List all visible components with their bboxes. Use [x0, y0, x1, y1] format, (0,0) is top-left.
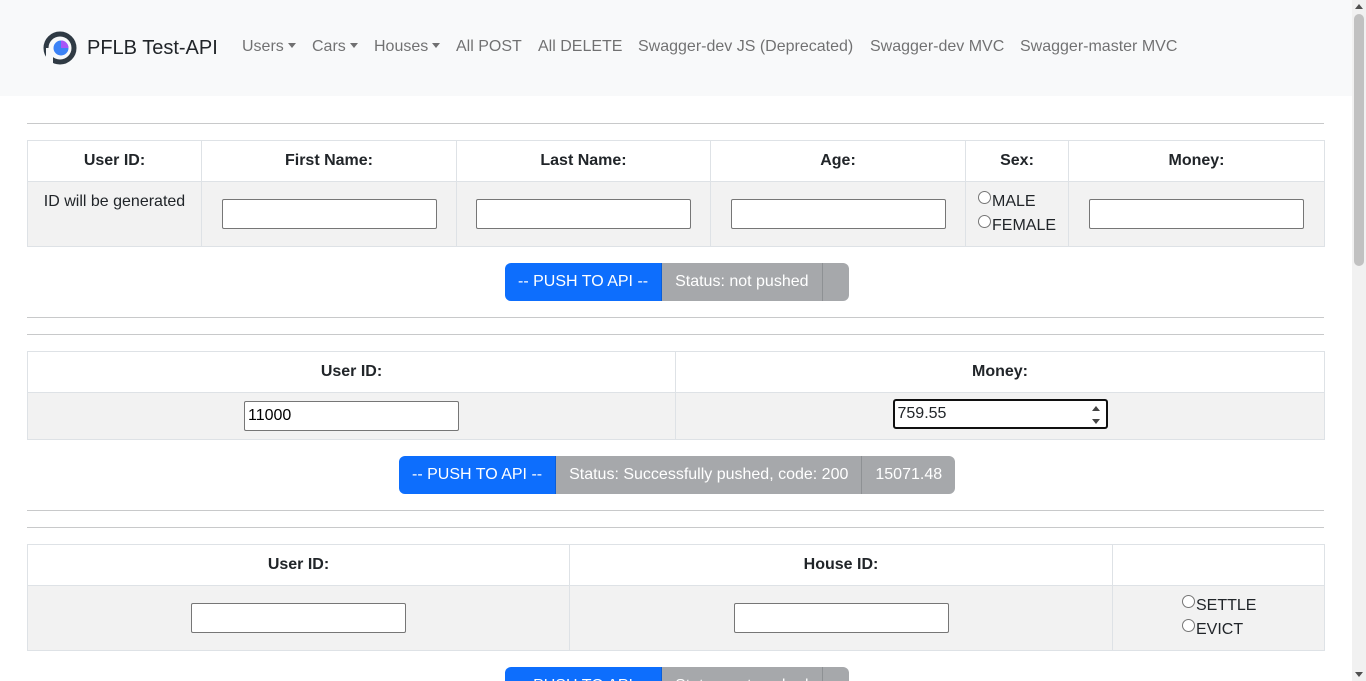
spin-up-icon[interactable] [1091, 405, 1100, 411]
age-input[interactable] [730, 199, 946, 229]
divider [27, 334, 1324, 335]
settle-option[interactable]: SETTLE [1182, 594, 1324, 618]
nav-swagger-dev-js[interactable]: Swagger-dev JS (Deprecated) [638, 38, 853, 56]
sex-female-option[interactable]: FEMALE [978, 214, 1068, 238]
navbar: PFLB Test-API Users Cars Houses All POST… [0, 0, 1352, 96]
divider [27, 510, 1324, 511]
first-name-cell [201, 181, 457, 247]
last-name-cell [456, 181, 711, 247]
last-name-input[interactable] [476, 199, 691, 229]
result-badge[interactable] [822, 667, 849, 681]
add-money-table: User ID: Money: 759.55 [27, 351, 1325, 440]
nav-cars-dropdown[interactable]: Cars [312, 38, 358, 56]
header-sex: Sex: [965, 140, 1069, 182]
nav-houses-label: Houses [374, 38, 429, 55]
header-user-id: User ID: [27, 140, 202, 182]
number-spinner[interactable] [1090, 404, 1102, 426]
age-cell [710, 181, 966, 247]
first-name-input[interactable] [221, 199, 437, 229]
create-user-push-group: -- PUSH TO API -- Status: not pushed [505, 263, 849, 301]
sex-male-option[interactable]: MALE [978, 190, 1068, 214]
divider [27, 317, 1324, 318]
radio-settle[interactable] [1182, 595, 1195, 608]
user-id-cell [27, 585, 570, 651]
add-money-push-group: -- PUSH TO API -- Status: Successfully p… [399, 456, 956, 494]
header-first-name: First Name: [201, 140, 457, 182]
page-scrollbar[interactable] [1352, 0, 1366, 681]
result-badge[interactable] [822, 263, 849, 301]
user-id-input[interactable] [244, 401, 459, 431]
brand-title: PFLB Test-API [87, 36, 218, 59]
action-cell: SETTLE EVICT [1112, 585, 1325, 651]
money-cell: 759.55 [675, 392, 1325, 440]
status-badge[interactable]: Status: not pushed [662, 667, 823, 681]
caret-down-icon [287, 43, 296, 48]
radio-evict[interactable] [1182, 619, 1195, 632]
status-badge[interactable]: Status: not pushed [662, 263, 823, 301]
money-cell [1068, 181, 1325, 247]
sex-cell: MALE FEMALE [965, 181, 1069, 247]
spin-down-icon[interactable] [1091, 418, 1100, 424]
nav-all-delete[interactable]: All DELETE [538, 38, 622, 56]
header-action [1112, 544, 1325, 586]
evict-option[interactable]: EVICT [1182, 618, 1324, 642]
user-id-input[interactable] [191, 603, 406, 633]
evict-label: EVICT [1196, 621, 1244, 638]
result-badge[interactable]: 15071.48 [862, 456, 956, 494]
scroll-down-arrow-icon[interactable] [1355, 672, 1363, 677]
create-user-table: User ID: First Name: Last Name: Age: Sex… [27, 140, 1325, 247]
settle-house-table: User ID: House ID: SETTLE EVICT [27, 544, 1325, 651]
sex-female-label: FEMALE [992, 217, 1057, 234]
divider [27, 527, 1324, 528]
nav-cars-label: Cars [312, 38, 346, 55]
header-money: Money: [1068, 140, 1325, 182]
settle-label: SETTLE [1196, 597, 1257, 614]
brand[interactable]: PFLB Test-API [43, 31, 218, 65]
push-to-api-button[interactable]: -- PUSH TO API -- [505, 263, 663, 301]
money-value: 759.55 [897, 404, 947, 422]
money-input[interactable] [1089, 199, 1304, 229]
header-user-id: User ID: [27, 544, 570, 586]
user-id-cell [27, 392, 676, 440]
caret-down-icon [432, 43, 441, 48]
house-id-input[interactable] [733, 603, 949, 633]
id-generated-note: ID will be generated [27, 181, 202, 247]
header-user-id: User ID: [27, 351, 676, 393]
header-age: Age: [710, 140, 966, 182]
header-money: Money: [675, 351, 1325, 393]
header-house-id: House ID: [569, 544, 1113, 586]
push-to-api-button[interactable]: -- PUSH TO API -- [399, 456, 557, 494]
pflb-logo-icon [43, 31, 77, 65]
scroll-up-arrow-icon[interactable] [1355, 4, 1363, 9]
radio-male[interactable] [978, 191, 991, 204]
money-number-input[interactable]: 759.55 [892, 398, 1108, 429]
divider [27, 123, 1324, 124]
house-id-cell [569, 585, 1113, 651]
radio-female[interactable] [978, 215, 991, 228]
nav-users-label: Users [242, 38, 284, 55]
nav-houses-dropdown[interactable]: Houses [374, 38, 441, 56]
push-to-api-button[interactable]: -- PUSH TO API -- [505, 667, 663, 681]
sex-male-label: MALE [992, 193, 1036, 210]
nav-all-post[interactable]: All POST [456, 38, 522, 56]
nav-swagger-dev-mvc[interactable]: Swagger-dev MVC [870, 38, 1004, 56]
settle-house-push-group: -- PUSH TO API -- Status: not pushed [505, 667, 849, 681]
nav-users-dropdown[interactable]: Users [242, 38, 296, 56]
caret-down-icon [349, 43, 358, 48]
nav-swagger-master-mvc[interactable]: Swagger-master MVC [1020, 38, 1177, 56]
scrollbar-thumb[interactable] [1354, 14, 1364, 266]
status-badge[interactable]: Status: Successfully pushed, code: 200 [556, 456, 863, 494]
header-last-name: Last Name: [456, 140, 711, 182]
